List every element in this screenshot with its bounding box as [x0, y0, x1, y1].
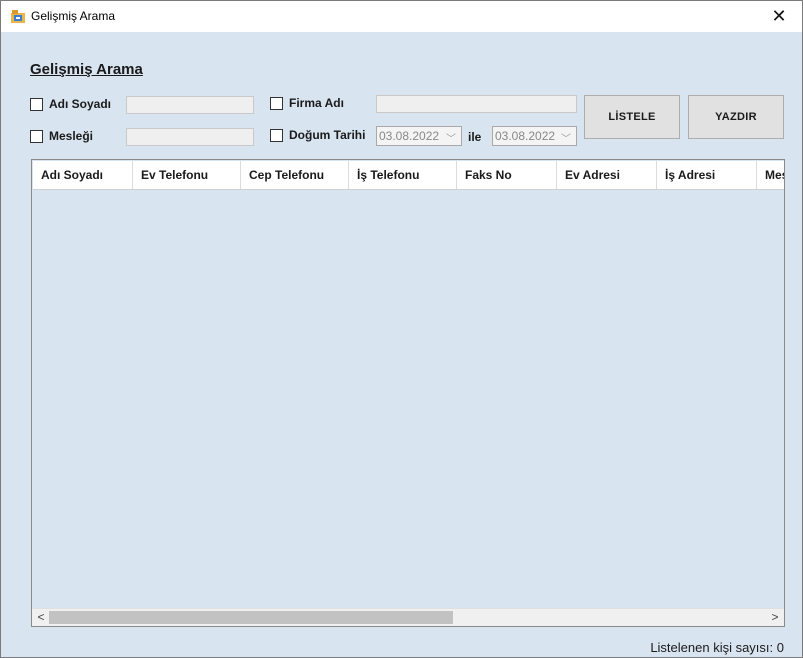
- column-header-adi-soyadi[interactable]: Adı Soyadı: [33, 161, 133, 189]
- column-header-meslegi[interactable]: Mesleği: [757, 161, 784, 189]
- yazdir-button[interactable]: YAZDIR: [688, 95, 784, 139]
- grid-header: Adı Soyadı Ev Telefonu Cep Telefonu İş T…: [33, 161, 784, 190]
- results-grid[interactable]: Adı Soyadı Ev Telefonu Cep Telefonu İş T…: [31, 159, 785, 627]
- checkbox-box[interactable]: [270, 96, 283, 110]
- listele-button[interactable]: LİSTELE: [584, 95, 680, 139]
- date-from-value: 03.08.2022: [379, 129, 440, 143]
- column-header-is-telefonu[interactable]: İş Telefonu: [349, 161, 457, 189]
- scroll-right-icon[interactable]: >: [768, 610, 782, 624]
- adi-soyadi-input[interactable]: [126, 96, 254, 114]
- adi-soyadi-checkbox[interactable]: Adı Soyadı: [30, 97, 111, 111]
- chevron-down-icon[interactable]: ﹀: [446, 130, 456, 145]
- scrollbar-thumb[interactable]: [49, 611, 453, 624]
- dogum-tarihi-checkbox[interactable]: Doğum Tarihi: [270, 128, 365, 142]
- meslegi-checkbox[interactable]: Mesleği: [30, 129, 93, 143]
- dogum-tarihi-label: Doğum Tarihi: [289, 128, 366, 142]
- listed-count-status: Listelenen kişi sayısı: 0: [650, 640, 784, 655]
- advanced-search-window: Gelişmiş Arama ✕ Gelişmiş Arama Adı Soya…: [0, 0, 803, 658]
- firma-adi-input[interactable]: [376, 95, 577, 113]
- close-button[interactable]: ✕: [756, 1, 802, 32]
- close-icon: ✕: [771, 6, 787, 26]
- meslegi-input[interactable]: [126, 128, 254, 146]
- firma-adi-checkbox[interactable]: Firma Adı: [270, 96, 344, 110]
- form-heading: Gelişmiş Arama: [30, 61, 143, 78]
- chevron-down-icon[interactable]: ﹀: [561, 130, 571, 145]
- checkbox-box[interactable]: [30, 129, 43, 143]
- adi-soyadi-label: Adı Soyadı: [49, 97, 112, 111]
- column-header-cep-telefonu[interactable]: Cep Telefonu: [241, 161, 349, 189]
- window-title: Gelişmiş Arama: [31, 9, 116, 23]
- column-header-ev-telefonu[interactable]: Ev Telefonu: [133, 161, 241, 189]
- column-header-faks-no[interactable]: Faks No: [457, 161, 557, 189]
- meslegi-label: Mesleği: [49, 129, 94, 143]
- checkbox-box[interactable]: [270, 128, 283, 142]
- ile-label: ile: [468, 130, 482, 144]
- column-header-ev-adresi[interactable]: Ev Adresi: [557, 161, 657, 189]
- app-icon: [11, 10, 25, 23]
- date-to-picker[interactable]: 03.08.2022 ﹀: [492, 126, 577, 146]
- date-from-picker[interactable]: 03.08.2022 ﹀: [376, 126, 462, 146]
- horizontal-scrollbar[interactable]: < >: [32, 608, 784, 626]
- firma-adi-label: Firma Adı: [289, 96, 344, 110]
- title-bar: Gelişmiş Arama ✕: [1, 1, 802, 32]
- scroll-left-icon[interactable]: <: [34, 610, 48, 624]
- column-header-is-adresi[interactable]: İş Adresi: [657, 161, 757, 189]
- date-to-value: 03.08.2022: [495, 129, 556, 143]
- checkbox-box[interactable]: [30, 97, 43, 111]
